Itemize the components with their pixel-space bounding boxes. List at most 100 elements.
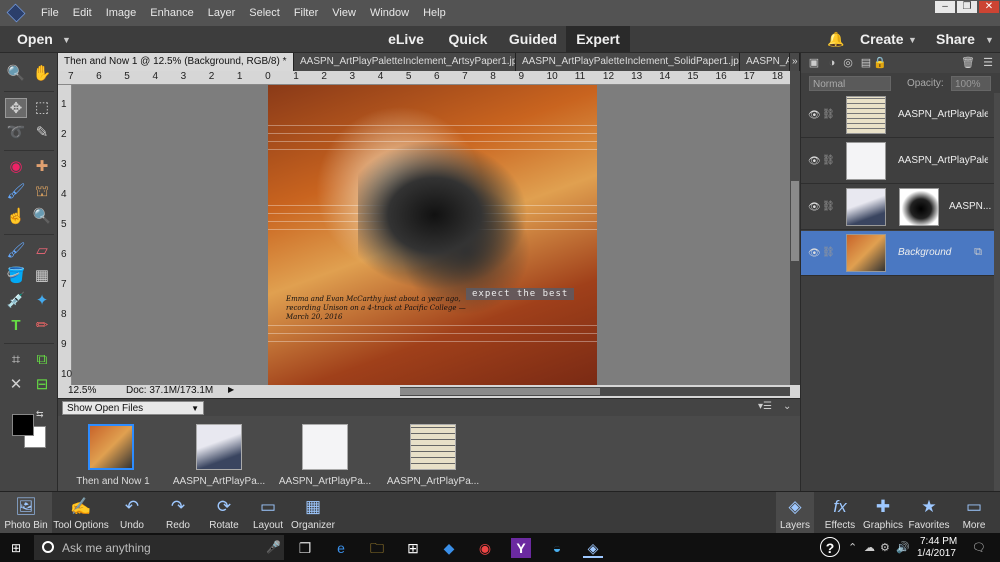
windows-start-icon[interactable]: ⊞ (11, 541, 25, 555)
photoshop-elements-icon[interactable]: ◈ (583, 538, 603, 558)
tab-document-3[interactable]: AASPN_ArtPlayPaletteInclement_SolidPaper… (516, 53, 740, 71)
bin-menu-icon[interactable]: ▾☰ (758, 401, 772, 412)
eye-icon[interactable]: 👁 (808, 248, 821, 259)
chrome-icon[interactable]: ◉ (475, 538, 495, 558)
layer-name[interactable]: AASPN_ArtPlayPalet... (898, 155, 988, 166)
chevron-right-icon[interactable]: ▶ (228, 385, 234, 394)
sponge-tool-icon[interactable]: 🔍 (31, 207, 53, 227)
eye-icon[interactable]: 👁 (808, 156, 821, 167)
lock-icon[interactable]: 🔒 (873, 56, 887, 70)
undo-button[interactable]: ↶ Undo (112, 492, 152, 534)
scrollbar-thumb[interactable] (791, 181, 799, 261)
network-icon[interactable]: ⚙ (880, 541, 890, 554)
canvas-area[interactable]: Emma and Evan McCarthy just about a year… (72, 85, 790, 385)
gradient-tool-icon[interactable]: ▦ (31, 266, 53, 286)
menu-help[interactable]: Help (416, 7, 453, 19)
smart-brush-icon[interactable]: 🖌 (5, 182, 27, 202)
opacity-input[interactable]: 100% (951, 76, 991, 91)
search-placeholder[interactable]: Ask me anything (62, 541, 151, 555)
help-icon[interactable]: ? (820, 537, 840, 557)
tray-expand-icon[interactable]: ⌃ (848, 541, 857, 554)
menu-file[interactable]: File (34, 7, 66, 19)
layer-name[interactable]: AASPN_ArtPlayPalet... (898, 109, 988, 120)
hand-tool-icon[interactable]: ✋ (31, 64, 53, 84)
layer-row[interactable]: 👁 ⛓ AASPN... (801, 185, 994, 230)
background-lock-icon[interactable]: ⧉ (971, 245, 985, 259)
recompose-tool-icon[interactable]: ⧉ (31, 350, 53, 370)
clock-time[interactable]: 7:44 PM (920, 536, 957, 547)
layer-row[interactable]: 👁 ⛓ AASPN_ArtPlayPalet... (801, 139, 994, 184)
task-view-icon[interactable]: ❐ (295, 538, 315, 558)
photo-bin-button[interactable]: 🖼 Photo Bin (0, 492, 52, 534)
type-tool-icon[interactable]: T (5, 316, 27, 336)
minimize-icon[interactable]: – (935, 1, 955, 13)
menu-edit[interactable]: Edit (66, 7, 99, 19)
maximize-icon[interactable]: ❐ (957, 1, 977, 13)
clock-date[interactable]: 1/4/2017 (917, 548, 956, 559)
menu-window[interactable]: Window (363, 7, 416, 19)
horizontal-scrollbar[interactable] (400, 387, 790, 396)
brush-tool-icon[interactable]: 🖌 (5, 241, 27, 261)
crop-tool-icon[interactable]: ⌗ (5, 350, 27, 370)
adjustment-layer-icon[interactable]: ◑ (825, 56, 839, 70)
favorites-button[interactable]: ★ Favorites (906, 492, 952, 534)
bin-source-select[interactable]: Show Open Files ▼ (62, 401, 204, 415)
yahoo-icon[interactable]: Y (511, 538, 531, 558)
chevron-down-icon[interactable]: ▼ (985, 35, 994, 45)
pencil-tool-icon[interactable]: ✏ (31, 316, 53, 336)
tab-document-2[interactable]: AASPN_ArtPlayPaletteInclement_ArtsyPaper… (294, 53, 516, 71)
open-button[interactable]: Open (17, 31, 53, 47)
tab-expert[interactable]: Expert (566, 26, 630, 53)
link-icon[interactable]: ⛓ (822, 201, 835, 212)
layer-mask-thumbnail[interactable] (899, 188, 939, 226)
custom-shape-icon[interactable]: ✦ (31, 291, 53, 311)
layers-button[interactable]: ◈ Layers (776, 492, 814, 534)
content-aware-move-icon[interactable]: ✕ (5, 375, 27, 395)
red-eye-tool-icon[interactable]: ◉ (5, 157, 27, 177)
eye-icon[interactable]: 👁 (808, 110, 821, 121)
organizer-button[interactable]: ▦ Organizer (290, 492, 336, 534)
share-button[interactable]: Share (936, 31, 975, 47)
dropbox-icon[interactable]: ◆ (439, 538, 459, 558)
panel-menu-icon[interactable]: ☰ (981, 56, 995, 70)
menu-enhance[interactable]: Enhance (143, 7, 200, 19)
blur-tool-icon[interactable]: ☝ (5, 207, 27, 227)
new-layer-icon[interactable]: ▣ (807, 56, 821, 70)
healing-brush-icon[interactable]: ✚ (31, 157, 53, 177)
chevron-down-icon[interactable]: ▼ (62, 35, 71, 45)
layer-name[interactable]: Background (898, 247, 968, 258)
paint-bucket-icon[interactable]: 🪣 (5, 266, 27, 286)
tab-document-4[interactable]: AASPN_ArtPlayP (740, 53, 790, 71)
layers-scrollbar[interactable] (994, 93, 1000, 491)
lock-transparency-icon[interactable]: ▤ (859, 56, 873, 70)
menu-filter[interactable]: Filter (287, 7, 325, 19)
link-icon[interactable]: ⛓ (822, 109, 835, 120)
tool-options-button[interactable]: ✍ Tool Options (52, 492, 110, 534)
layer-mask-icon[interactable]: ◎ (841, 56, 855, 70)
swap-colors-icon[interactable]: ⇆ (36, 409, 44, 420)
rotate-button[interactable]: ⟳ Rotate (203, 492, 245, 534)
menu-view[interactable]: View (325, 7, 363, 19)
zoom-level[interactable]: 12.5% (68, 385, 96, 396)
tabs-overflow-icon[interactable]: » (790, 53, 800, 71)
file-explorer-icon[interactable]: 🗀 (367, 538, 387, 558)
chevron-down-icon[interactable]: ⌄ (783, 401, 791, 412)
layer-row-selected[interactable]: 👁 ⛓ Background ⧉ (801, 231, 994, 276)
store-icon[interactable]: ⊞ (403, 538, 423, 558)
graphics-button[interactable]: ✚ Graphics (862, 492, 904, 534)
blend-mode-select[interactable]: Normal (809, 76, 891, 91)
eyedropper-icon[interactable]: 💉 (5, 291, 27, 311)
notifications-icon[interactable]: 🗨 (972, 541, 986, 554)
clone-stamp-icon[interactable]: ⛫ (31, 182, 53, 202)
bin-thumbnail[interactable] (88, 424, 134, 470)
bin-thumbnail[interactable] (302, 424, 348, 470)
layer-name[interactable]: AASPN... (949, 201, 991, 212)
edge-icon[interactable]: e (331, 538, 351, 558)
cortana-search[interactable]: Ask me anything 🎤 (34, 535, 284, 560)
link-icon[interactable]: ⛓ (822, 155, 835, 166)
wifi-icon[interactable]: ☁ (864, 541, 875, 554)
redo-button[interactable]: ↷ Redo (158, 492, 198, 534)
tab-quick[interactable]: Quick (442, 26, 494, 53)
marquee-tool-icon[interactable]: ⬚ (31, 98, 53, 118)
tab-elive[interactable]: eLive (378, 26, 434, 53)
